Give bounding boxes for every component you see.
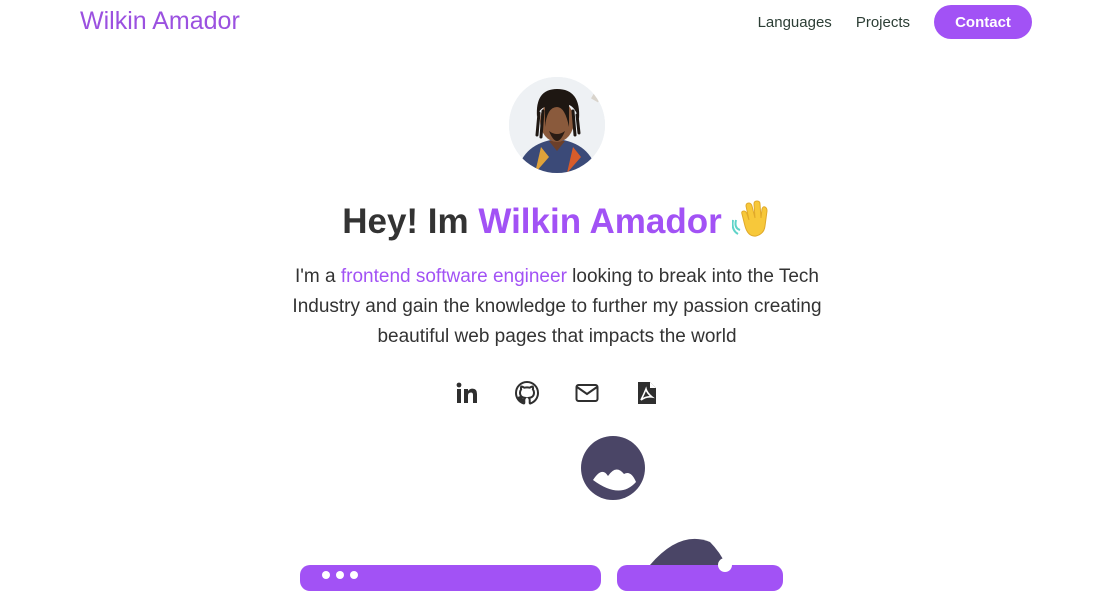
social-links [0,380,1114,406]
illustration-window-left [300,565,601,591]
hero-illustration [290,430,800,591]
profile-photo [509,77,605,173]
illustration-window-right [617,565,783,591]
contact-button[interactable]: Contact [934,5,1032,39]
hero-desc-highlight: frontend software engineer [340,266,567,287]
hero-heading-prefix: Hey! Im [342,201,479,241]
waving-hand-icon [731,200,772,247]
illustration-figure [650,538,726,565]
mail-icon[interactable] [574,380,600,406]
nav-links: Languages Projects Contact [758,5,1032,39]
top-navbar: Wilkin Amador Languages Projects Contact [0,0,1114,44]
linkedin-icon[interactable] [454,380,480,406]
brand-logo-link[interactable]: Wilkin Amador [80,7,240,36]
pdf-file-icon[interactable] [634,380,660,406]
hero-description: I'm a frontend software engineer looking… [270,262,844,352]
hero-desc-prefix: I'm a [295,266,341,287]
profile-avatar [509,77,605,173]
hero-heading: Hey! Im Wilkin Amador [0,200,1114,247]
nav-link-languages[interactable]: Languages [758,14,832,31]
hero-heading-name: Wilkin Amador [478,201,722,241]
illustration-head [581,436,645,500]
github-icon[interactable] [514,380,540,406]
nav-link-projects[interactable]: Projects [856,14,910,31]
